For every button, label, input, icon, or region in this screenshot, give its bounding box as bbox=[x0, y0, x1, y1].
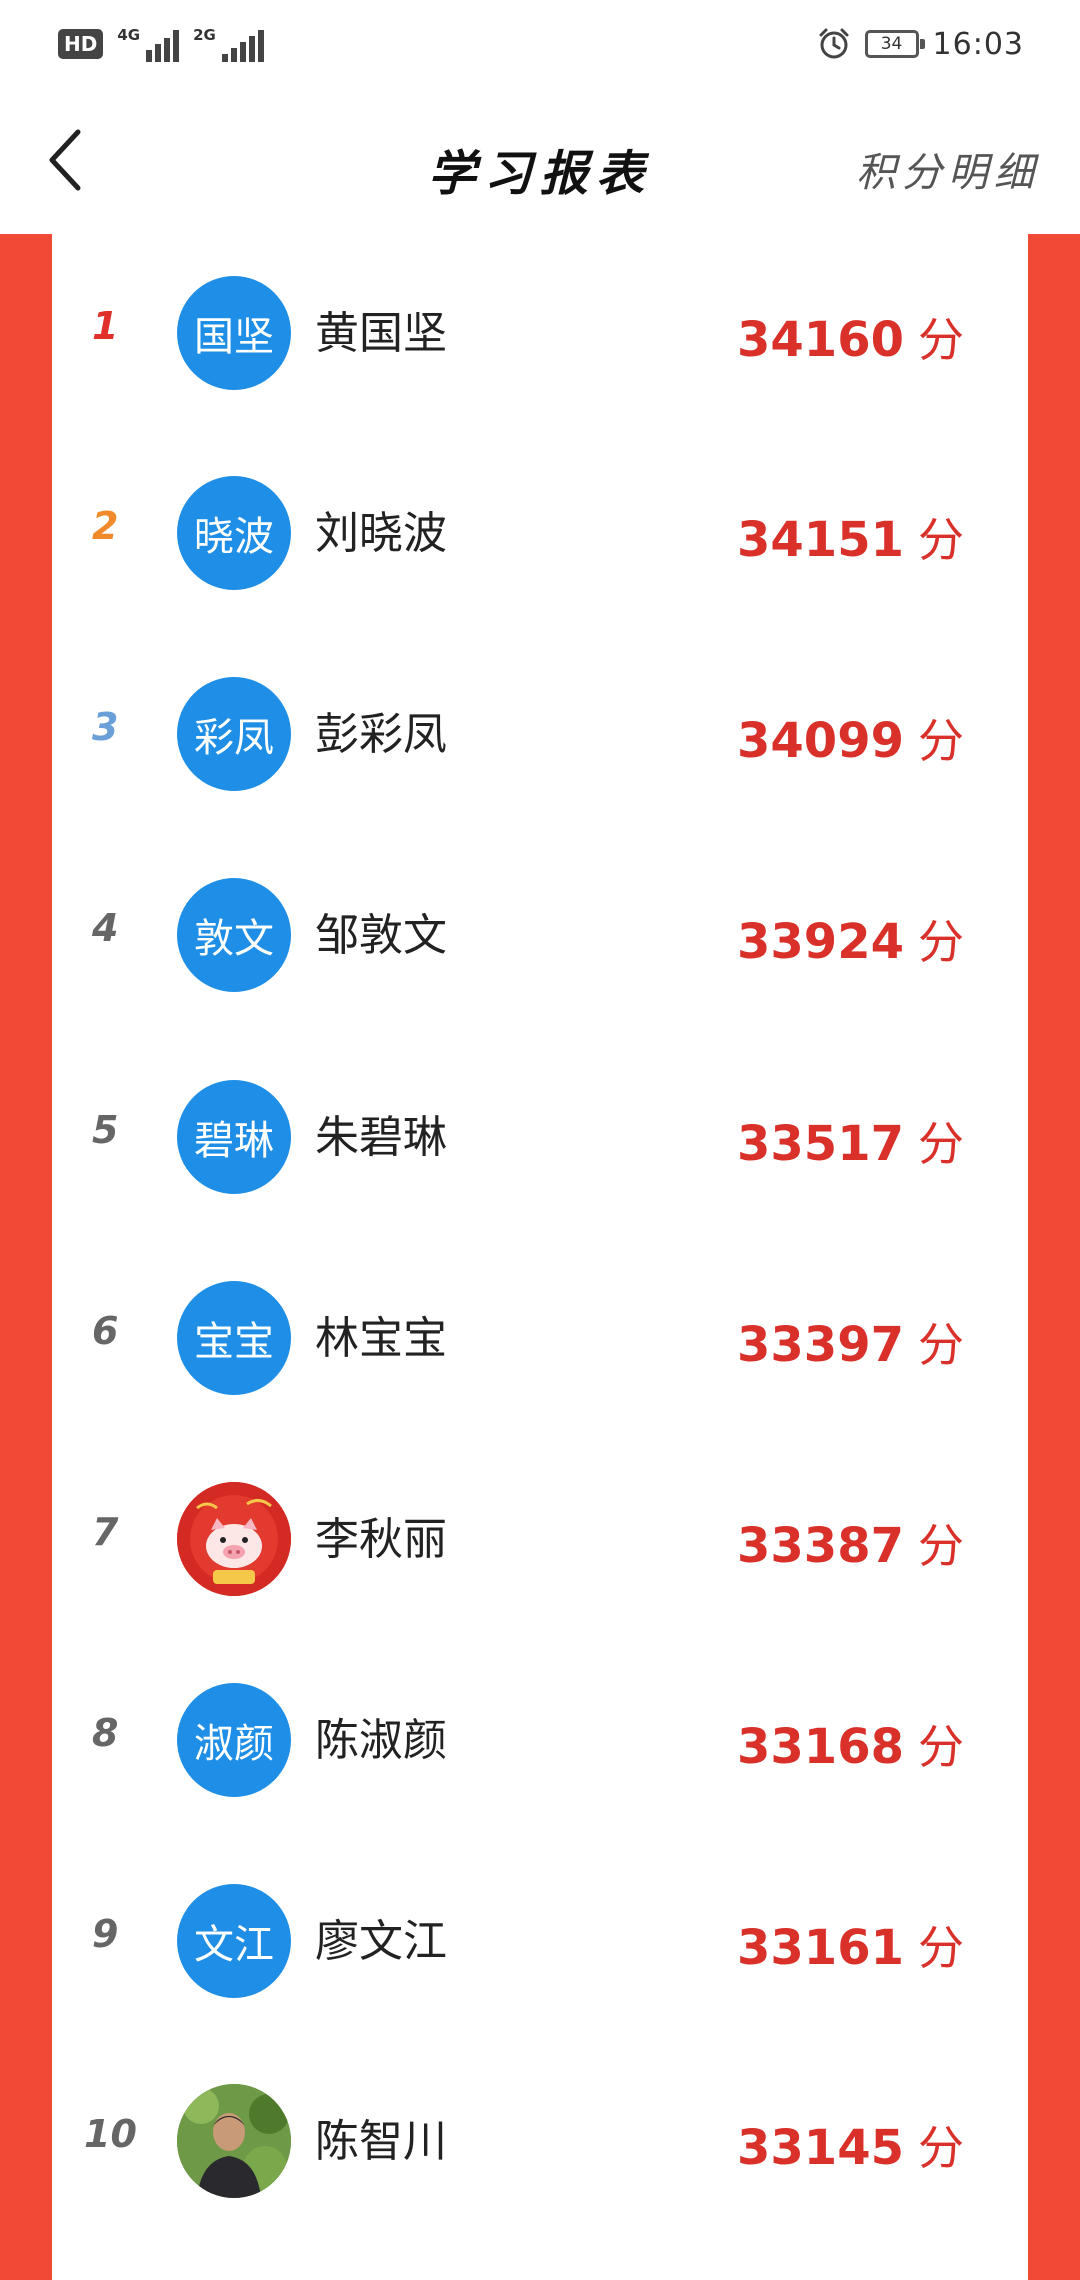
score-value: 33517 bbox=[737, 1116, 904, 1172]
ranking-row[interactable]: 9 文江 廖文江 33161 分 bbox=[52, 1842, 1028, 2043]
rank-number: 3 bbox=[92, 705, 119, 749]
score-value: 33387 bbox=[737, 1518, 904, 1574]
clock-time: 16:03 bbox=[932, 26, 1024, 62]
points-detail-link[interactable]: 积分明细 bbox=[856, 140, 1040, 198]
avatar: 淑颜 bbox=[177, 1683, 291, 1797]
signal-2g-icon: 2G bbox=[193, 26, 264, 62]
score-unit: 分 bbox=[918, 2121, 964, 2175]
avatar: 敦文 bbox=[177, 878, 291, 992]
avatar: 宝宝 bbox=[177, 1281, 291, 1395]
signal-4g-icon: 4G bbox=[117, 26, 180, 62]
score-unit: 分 bbox=[918, 1921, 964, 1975]
rank-number: 7 bbox=[92, 1510, 119, 1554]
hd-icon: HD bbox=[58, 29, 104, 59]
score-value: 33161 bbox=[737, 1920, 904, 1976]
avatar: 彩凤 bbox=[177, 677, 291, 791]
pig-avatar-image bbox=[177, 1482, 291, 1596]
score-unit: 分 bbox=[918, 1318, 964, 1372]
score-value: 33397 bbox=[737, 1317, 904, 1373]
signal-bars-icon bbox=[221, 26, 264, 62]
ranking-row[interactable]: 8 淑颜 陈淑颜 33168 分 bbox=[52, 1641, 1028, 1842]
rank-number: 8 bbox=[92, 1711, 119, 1755]
status-left: HD 4G 2G bbox=[58, 22, 264, 66]
score-unit: 分 bbox=[918, 915, 964, 969]
signal-bars-icon bbox=[146, 26, 180, 62]
score-unit: 分 bbox=[918, 714, 964, 768]
rank-number: 6 bbox=[92, 1309, 119, 1353]
ranking-row[interactable]: 5 碧琳 朱碧琳 33517 分 bbox=[52, 1038, 1028, 1239]
ranking-row[interactable]: 1 国坚 黄国坚 34160 分 bbox=[52, 234, 1028, 435]
score: 33924 分 bbox=[737, 906, 964, 972]
score-unit: 分 bbox=[918, 1720, 964, 1774]
learning-report-page: HD 4G 2G 34 16:03 学习报表 积分明细 1 国坚 黄国坚 341… bbox=[0, 0, 1080, 2280]
member-name: 朱碧琳 bbox=[315, 1112, 447, 1163]
rank-number: 1 bbox=[92, 304, 119, 348]
member-name: 彭彩凤 bbox=[315, 709, 447, 760]
ranking-list: 1 国坚 黄国坚 34160 分 2 晓波 刘晓波 34151 分 3 彩凤 彭… bbox=[52, 234, 1028, 2280]
avatar: 晓波 bbox=[177, 476, 291, 590]
rank-number: 9 bbox=[92, 1912, 119, 1956]
avatar: 碧琳 bbox=[177, 1080, 291, 1194]
score: 33517 分 bbox=[737, 1108, 964, 1174]
member-name: 黄国坚 bbox=[315, 308, 447, 359]
score-unit: 分 bbox=[918, 513, 964, 567]
status-right: 34 16:03 bbox=[817, 22, 1024, 66]
status-bar: HD 4G 2G 34 16:03 bbox=[0, 0, 1080, 92]
network-4g-label: 4G bbox=[117, 26, 141, 44]
score-value: 34160 bbox=[737, 312, 904, 368]
battery-icon: 34 bbox=[864, 30, 925, 58]
rank-number: 5 bbox=[92, 1108, 119, 1152]
score-unit: 分 bbox=[918, 1117, 964, 1171]
score: 34099 分 bbox=[737, 705, 964, 771]
ranking-row[interactable]: 2 晓波 刘晓波 34151 分 bbox=[52, 434, 1028, 635]
member-name: 李秋丽 bbox=[315, 1514, 447, 1565]
score-value: 34151 bbox=[737, 512, 904, 568]
ranking-row[interactable]: 10 陈智川 33145 分 bbox=[52, 2042, 1028, 2243]
score: 33397 分 bbox=[737, 1309, 964, 1375]
score-unit: 分 bbox=[918, 313, 964, 367]
member-name: 邹敦文 bbox=[315, 910, 447, 961]
member-name: 陈淑颜 bbox=[315, 1715, 447, 1766]
score: 33168 分 bbox=[737, 1711, 964, 1777]
ranking-row[interactable]: 7 李秋丽 33387 分 bbox=[52, 1440, 1028, 1641]
app-header: 学习报表 积分明细 bbox=[0, 92, 1080, 234]
network-2g-label: 2G bbox=[193, 26, 216, 44]
score: 34160 分 bbox=[737, 304, 964, 370]
rank-number: 10 bbox=[84, 2112, 137, 2156]
right-red-frame bbox=[1028, 234, 1080, 2280]
avatar: 文江 bbox=[177, 1884, 291, 1998]
score-value: 34099 bbox=[737, 713, 904, 769]
ranking-row[interactable]: 6 宝宝 林宝宝 33397 分 bbox=[52, 1239, 1028, 1440]
left-red-frame bbox=[0, 234, 52, 2280]
score-unit: 分 bbox=[918, 1519, 964, 1573]
member-name: 林宝宝 bbox=[315, 1313, 447, 1364]
ranking-row[interactable]: 3 彩凤 彭彩凤 34099 分 bbox=[52, 635, 1028, 836]
member-name: 陈智川 bbox=[315, 2116, 447, 2167]
rank-number: 2 bbox=[92, 504, 119, 548]
score: 33145 分 bbox=[737, 2112, 964, 2178]
avatar: 国坚 bbox=[177, 276, 291, 390]
member-name: 刘晓波 bbox=[315, 508, 447, 559]
score: 33387 分 bbox=[737, 1510, 964, 1576]
score: 34151 分 bbox=[737, 504, 964, 570]
score-value: 33924 bbox=[737, 914, 904, 970]
person-avatar-image bbox=[177, 2084, 291, 2198]
score-value: 33145 bbox=[737, 2120, 904, 2176]
score-value: 33168 bbox=[737, 1719, 904, 1775]
rank-number: 4 bbox=[92, 906, 119, 950]
ranking-row[interactable]: 4 敦文 邹敦文 33924 分 bbox=[52, 836, 1028, 1037]
score: 33161 分 bbox=[737, 1912, 964, 1978]
member-name: 廖文江 bbox=[315, 1916, 447, 1967]
alarm-icon bbox=[817, 27, 851, 61]
